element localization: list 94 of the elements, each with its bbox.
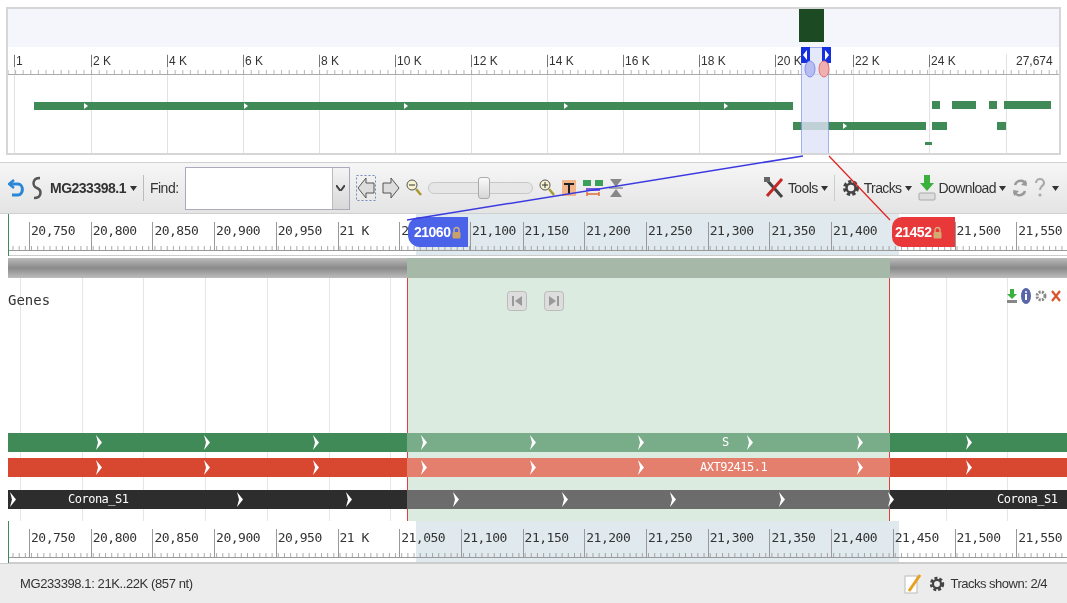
feature-label: S bbox=[722, 436, 729, 448]
ruler-label: 20,900 bbox=[216, 224, 261, 237]
end-marker[interactable]: 21452 bbox=[892, 217, 955, 247]
lock-icon bbox=[452, 225, 462, 239]
ruler-label: 21,350 bbox=[771, 224, 816, 237]
zoom-in-icon[interactable] bbox=[538, 179, 555, 197]
caret-icon bbox=[1052, 185, 1059, 191]
ruler-label: 21,400 bbox=[833, 531, 878, 544]
zoom-out-icon[interactable] bbox=[405, 179, 422, 197]
align-icon[interactable] bbox=[582, 178, 603, 198]
collapse-icon[interactable] bbox=[608, 178, 623, 198]
ruler-label: 21,400 bbox=[833, 224, 878, 237]
ruler-label: 8 K bbox=[319, 55, 339, 67]
pan-left-icon[interactable] bbox=[355, 175, 376, 201]
download-icon[interactable] bbox=[1007, 289, 1017, 303]
caret-icon bbox=[904, 185, 912, 191]
ruler-label: 21,250 bbox=[648, 224, 692, 237]
info-icon[interactable] bbox=[1021, 288, 1031, 304]
settings-icon[interactable] bbox=[1035, 290, 1047, 302]
ruler-label: 21,300 bbox=[709, 531, 754, 544]
ruler-label: 2 bbox=[401, 224, 409, 237]
ruler-label: 6 K bbox=[243, 55, 263, 67]
ruler-label: 10 K bbox=[395, 55, 422, 67]
ruler-label: 21,150 bbox=[524, 224, 569, 237]
tools-icon bbox=[762, 176, 785, 200]
ruler-label: 21,050 bbox=[401, 531, 446, 544]
ruler-label: 16 K bbox=[623, 55, 650, 67]
tracks-shown-text: Tracks shown: 2/4 bbox=[950, 574, 1047, 593]
feature-label: Corona_S1 bbox=[68, 493, 129, 505]
previous-feature-icon[interactable] bbox=[507, 291, 527, 311]
ruler-label: 21,350 bbox=[771, 531, 816, 544]
menu-button[interactable]: Tracks bbox=[840, 177, 912, 199]
next-feature-icon[interactable] bbox=[544, 291, 564, 311]
ruler-label: 21,550 bbox=[1018, 224, 1063, 237]
lock-icon bbox=[933, 225, 943, 239]
highlight-icon[interactable] bbox=[560, 179, 577, 197]
ruler-label: 21,500 bbox=[956, 531, 1001, 544]
gear-icon bbox=[840, 178, 861, 198]
feature-label: Corona_S1 bbox=[997, 493, 1058, 505]
ruler-label: 21,300 bbox=[709, 224, 754, 237]
ruler-label: 4 K bbox=[167, 55, 187, 67]
ruler-label: 20,850 bbox=[154, 224, 199, 237]
ruler-label: 21,250 bbox=[648, 531, 692, 544]
find-label: Find: bbox=[149, 178, 179, 198]
ruler-label: 14 K bbox=[547, 55, 574, 67]
ruler-label: 20,900 bbox=[216, 531, 261, 544]
pan-right-icon[interactable] bbox=[381, 175, 400, 201]
find-field[interactable] bbox=[184, 166, 350, 210]
ruler-label: 21,200 bbox=[586, 531, 631, 544]
ruler-label: 21,100 bbox=[471, 224, 516, 237]
location-text: MG233398.1: 21K..22K (857 nt) bbox=[20, 574, 193, 593]
download-icon bbox=[917, 175, 936, 201]
start-marker[interactable]: 21060 bbox=[408, 217, 468, 247]
menu-button[interactable]: Download bbox=[917, 175, 1006, 201]
ruler-label: 20,950 bbox=[277, 224, 322, 237]
ruler-label: 20,750 bbox=[31, 224, 75, 237]
ruler-label: 20,750 bbox=[31, 531, 75, 544]
sequence-dropdown[interactable]: MG233398.1 bbox=[50, 177, 137, 199]
zoom-slider[interactable] bbox=[427, 177, 533, 199]
caret-icon bbox=[999, 185, 1006, 191]
ruler-label: 21,100 bbox=[462, 531, 507, 544]
ruler-label: 21 K bbox=[339, 531, 369, 544]
feature-label: AXT92415.1 bbox=[700, 461, 768, 473]
menu-button[interactable]: Tools bbox=[762, 176, 828, 200]
ruler-label: 18 K bbox=[699, 55, 726, 67]
ruler-label: 2 K bbox=[91, 55, 111, 67]
refresh-icon[interactable] bbox=[1012, 177, 1028, 199]
close-icon[interactable] bbox=[1051, 290, 1061, 302]
ruler-label: 20,800 bbox=[92, 224, 137, 237]
ruler-label: 1 bbox=[14, 55, 23, 67]
ruler-label: 21,450 bbox=[894, 531, 939, 544]
back-arrow-icon[interactable] bbox=[8, 177, 24, 199]
help-icon[interactable] bbox=[1034, 177, 1046, 199]
track-title: Genes bbox=[8, 291, 51, 310]
ruler-label: 24 K bbox=[929, 55, 956, 67]
ruler-label: 21,500 bbox=[956, 224, 1001, 237]
caret-icon bbox=[129, 185, 137, 191]
ruler-label: 21,200 bbox=[586, 224, 631, 237]
ruler-label: 12 K bbox=[471, 55, 498, 67]
ruler-label: 20,800 bbox=[92, 531, 137, 544]
ruler-label: 27,674 bbox=[1016, 55, 1053, 67]
link-icon[interactable] bbox=[30, 176, 44, 200]
ruler-label: 21,150 bbox=[524, 531, 569, 544]
ruler-label: 21 K bbox=[339, 224, 369, 237]
caret-icon bbox=[820, 185, 828, 191]
chevron-down-icon bbox=[336, 185, 346, 191]
ruler-label: 20,850 bbox=[154, 531, 199, 544]
gear-icon[interactable] bbox=[928, 574, 947, 593]
pencil-icon[interactable] bbox=[904, 572, 923, 595]
dropdown-button[interactable] bbox=[331, 167, 349, 209]
slider-thumb[interactable] bbox=[477, 177, 490, 199]
ruler-label: 22 K bbox=[853, 55, 880, 67]
ruler-label: 21,550 bbox=[1018, 531, 1063, 544]
ruler-label: 20,950 bbox=[277, 531, 322, 544]
